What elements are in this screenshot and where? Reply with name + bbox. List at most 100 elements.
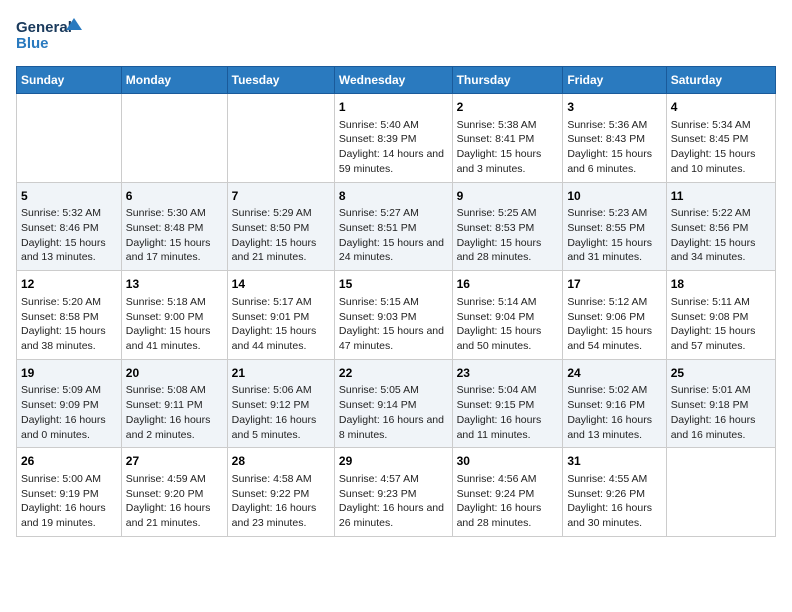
calendar-cell — [17, 94, 122, 183]
calendar-cell: 4Sunrise: 5:34 AM Sunset: 8:45 PM Daylig… — [666, 94, 775, 183]
cell-daylight-info: Sunrise: 4:55 AM Sunset: 9:26 PM Dayligh… — [567, 472, 661, 531]
day-number: 9 — [457, 188, 559, 205]
day-number: 28 — [232, 453, 330, 470]
calendar-cell — [121, 94, 227, 183]
logo-svg: GeneralBlue — [16, 16, 86, 56]
day-number: 19 — [21, 365, 117, 382]
day-number: 20 — [126, 365, 223, 382]
cell-daylight-info: Sunrise: 5:22 AM Sunset: 8:56 PM Dayligh… — [671, 206, 771, 265]
cell-daylight-info: Sunrise: 5:40 AM Sunset: 8:39 PM Dayligh… — [339, 118, 448, 177]
svg-text:General: General — [16, 19, 72, 36]
cell-daylight-info: Sunrise: 5:00 AM Sunset: 9:19 PM Dayligh… — [21, 472, 117, 531]
calendar-cell: 11Sunrise: 5:22 AM Sunset: 8:56 PM Dayli… — [666, 182, 775, 271]
calendar-cell: 18 Sunrise: 5:11 AM Sunset: 9:08 PM Dayli… — [666, 271, 775, 360]
calendar-cell: 2Sunrise: 5:38 AM Sunset: 8:41 PM Daylig… — [452, 94, 563, 183]
cell-daylight-info: Sunrise: 5:18 AM Sunset: 9:00 PM Dayligh… — [126, 295, 223, 354]
calendar-cell: 8Sunrise: 5:27 AM Sunset: 8:51 PM Daylig… — [334, 182, 452, 271]
calendar-cell: 28Sunrise: 4:58 AM Sunset: 9:22 PM Dayli… — [227, 448, 334, 537]
day-number: 27 — [126, 453, 223, 470]
cell-daylight-info: Sunrise: 5:38 AM Sunset: 8:41 PM Dayligh… — [457, 118, 559, 177]
calendar-cell: 26 Sunrise: 5:00 AM Sunset: 9:19 PM Dayli… — [17, 448, 122, 537]
day-number: 22 — [339, 365, 448, 382]
cell-daylight-info: Sunrise: 4:57 AM Sunset: 9:23 PM Dayligh… — [339, 472, 448, 531]
calendar-cell: 22Sunrise: 5:05 AM Sunset: 9:14 PM Dayli… — [334, 359, 452, 448]
calendar-cell: 14 Sunrise: 5:17 AM Sunset: 9:01 PM Dayli… — [227, 271, 334, 360]
cell-daylight-info: Sunrise: 5:15 AM Sunset: 9:03 PM Dayligh… — [339, 295, 448, 354]
calendar-cell: 16Sunrise: 5:14 AM Sunset: 9:04 PM Dayli… — [452, 271, 563, 360]
day-header-thursday: Thursday — [452, 67, 563, 94]
day-number: 10 — [567, 188, 661, 205]
header: GeneralBlue — [16, 16, 776, 56]
cell-daylight-info: Sunrise: 5:05 AM Sunset: 9:14 PM Dayligh… — [339, 383, 448, 442]
day-number: 25 — [671, 365, 771, 382]
day-number: 12 — [21, 276, 117, 293]
calendar-cell: 29 Sunrise: 4:57 AM Sunset: 9:23 PM Dayli… — [334, 448, 452, 537]
cell-daylight-info: Sunrise: 5:09 AM Sunset: 9:09 PM Dayligh… — [21, 383, 117, 442]
svg-text:Blue: Blue — [16, 35, 49, 52]
cell-daylight-info: Sunrise: 5:30 AM Sunset: 8:48 PM Dayligh… — [126, 206, 223, 265]
calendar-table: SundayMondayTuesdayWednesdayThursdayFrid… — [16, 66, 776, 537]
calendar-cell: 1 Sunrise: 5:40 AM Sunset: 8:39 PM Daylig… — [334, 94, 452, 183]
calendar-cell: 30Sunrise: 4:56 AM Sunset: 9:24 PM Dayli… — [452, 448, 563, 537]
calendar-cell: 7Sunrise: 5:29 AM Sunset: 8:50 PM Daylig… — [227, 182, 334, 271]
calendar-cell: 12 Sunrise: 5:20 AM Sunset: 8:58 PM Dayli… — [17, 271, 122, 360]
day-number: 1 — [339, 99, 448, 116]
calendar-cell: 27 Sunrise: 4:59 AM Sunset: 9:20 PM Dayli… — [121, 448, 227, 537]
cell-daylight-info: Sunrise: 5:08 AM Sunset: 9:11 PM Dayligh… — [126, 383, 223, 442]
calendar-cell: 23Sunrise: 5:04 AM Sunset: 9:15 PM Dayli… — [452, 359, 563, 448]
day-number: 18 — [671, 276, 771, 293]
calendar-cell: 13 Sunrise: 5:18 AM Sunset: 9:00 PM Dayli… — [121, 271, 227, 360]
cell-daylight-info: Sunrise: 5:01 AM Sunset: 9:18 PM Dayligh… — [671, 383, 771, 442]
day-number: 15 — [339, 276, 448, 293]
cell-daylight-info: Sunrise: 5:17 AM Sunset: 9:01 PM Dayligh… — [232, 295, 330, 354]
calendar-cell: 15 Sunrise: 5:15 AM Sunset: 9:03 PM Dayli… — [334, 271, 452, 360]
calendar-cell: 5Sunrise: 5:32 AM Sunset: 8:46 PM Daylig… — [17, 182, 122, 271]
day-number: 23 — [457, 365, 559, 382]
calendar-cell — [666, 448, 775, 537]
cell-daylight-info: Sunrise: 5:32 AM Sunset: 8:46 PM Dayligh… — [21, 206, 117, 265]
cell-daylight-info: Sunrise: 5:23 AM Sunset: 8:55 PM Dayligh… — [567, 206, 661, 265]
cell-daylight-info: Sunrise: 4:59 AM Sunset: 9:20 PM Dayligh… — [126, 472, 223, 531]
day-number: 14 — [232, 276, 330, 293]
day-number: 29 — [339, 453, 448, 470]
week-row-5: 26 Sunrise: 5:00 AM Sunset: 9:19 PM Dayli… — [17, 448, 776, 537]
day-header-tuesday: Tuesday — [227, 67, 334, 94]
day-header-saturday: Saturday — [666, 67, 775, 94]
calendar-cell — [227, 94, 334, 183]
cell-daylight-info: Sunrise: 5:20 AM Sunset: 8:58 PM Dayligh… — [21, 295, 117, 354]
cell-daylight-info: Sunrise: 5:27 AM Sunset: 8:51 PM Dayligh… — [339, 206, 448, 265]
cell-daylight-info: Sunrise: 5:34 AM Sunset: 8:45 PM Dayligh… — [671, 118, 771, 177]
cell-daylight-info: Sunrise: 5:29 AM Sunset: 8:50 PM Dayligh… — [232, 206, 330, 265]
calendar-cell: 21Sunrise: 5:06 AM Sunset: 9:12 PM Dayli… — [227, 359, 334, 448]
calendar-cell: 17 Sunrise: 5:12 AM Sunset: 9:06 PM Dayli… — [563, 271, 666, 360]
calendar-cell: 10Sunrise: 5:23 AM Sunset: 8:55 PM Dayli… — [563, 182, 666, 271]
day-number: 5 — [21, 188, 117, 205]
cell-daylight-info: Sunrise: 5:02 AM Sunset: 9:16 PM Dayligh… — [567, 383, 661, 442]
cell-daylight-info: Sunrise: 4:56 AM Sunset: 9:24 PM Dayligh… — [457, 472, 559, 531]
day-number: 17 — [567, 276, 661, 293]
day-number: 31 — [567, 453, 661, 470]
cell-daylight-info: Sunrise: 5:36 AM Sunset: 8:43 PM Dayligh… — [567, 118, 661, 177]
day-number: 26 — [21, 453, 117, 470]
day-number: 24 — [567, 365, 661, 382]
calendar-cell: 31 Sunrise: 4:55 AM Sunset: 9:26 PM Dayli… — [563, 448, 666, 537]
cell-daylight-info: Sunrise: 5:14 AM Sunset: 9:04 PM Dayligh… — [457, 295, 559, 354]
calendar-cell: 6Sunrise: 5:30 AM Sunset: 8:48 PM Daylig… — [121, 182, 227, 271]
day-number: 11 — [671, 188, 771, 205]
calendar-cell: 20Sunrise: 5:08 AM Sunset: 9:11 PM Dayli… — [121, 359, 227, 448]
week-row-2: 5Sunrise: 5:32 AM Sunset: 8:46 PM Daylig… — [17, 182, 776, 271]
cell-daylight-info: Sunrise: 5:25 AM Sunset: 8:53 PM Dayligh… — [457, 206, 559, 265]
cell-daylight-info: Sunrise: 5:11 AM Sunset: 9:08 PM Dayligh… — [671, 295, 771, 354]
day-number: 6 — [126, 188, 223, 205]
day-number: 8 — [339, 188, 448, 205]
day-number: 21 — [232, 365, 330, 382]
calendar-cell: 19Sunrise: 5:09 AM Sunset: 9:09 PM Dayli… — [17, 359, 122, 448]
calendar-cell: 25Sunrise: 5:01 AM Sunset: 9:18 PM Dayli… — [666, 359, 775, 448]
day-header-friday: Friday — [563, 67, 666, 94]
week-row-4: 19Sunrise: 5:09 AM Sunset: 9:09 PM Dayli… — [17, 359, 776, 448]
day-header-sunday: Sunday — [17, 67, 122, 94]
cell-daylight-info: Sunrise: 5:04 AM Sunset: 9:15 PM Dayligh… — [457, 383, 559, 442]
day-number: 13 — [126, 276, 223, 293]
cell-daylight-info: Sunrise: 5:06 AM Sunset: 9:12 PM Dayligh… — [232, 383, 330, 442]
cell-daylight-info: Sunrise: 5:12 AM Sunset: 9:06 PM Dayligh… — [567, 295, 661, 354]
